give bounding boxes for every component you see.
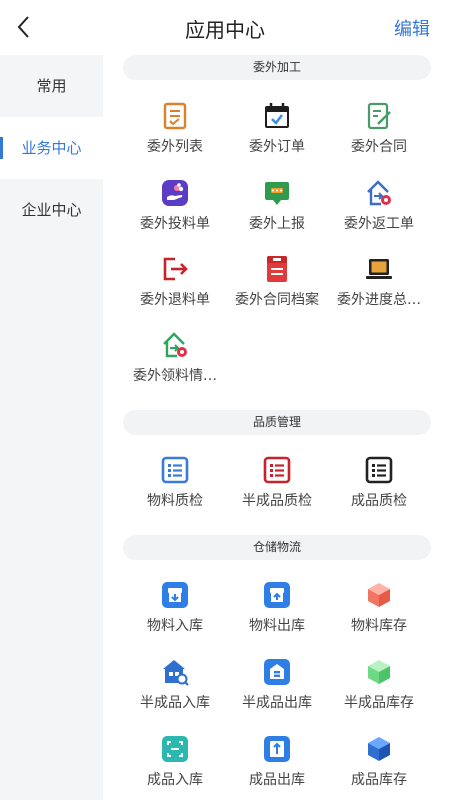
app-label: 物料出库 — [249, 618, 305, 634]
app-outsource-list[interactable]: 委外列表 — [125, 102, 225, 156]
sidebar-item-label: 业务中心 — [21, 139, 82, 157]
app-label: 半成品入库 — [140, 695, 210, 711]
sidebar-item-enterprise-center[interactable]: 企业中心 — [0, 179, 103, 241]
app-semi-outbound[interactable]: 半成品出库 — [227, 658, 327, 712]
outsource-report-icon — [263, 179, 291, 207]
app-label: 委外返工单 — [344, 216, 414, 232]
app-label: 成品库存 — [351, 772, 407, 788]
app-label: 委外列表 — [147, 139, 203, 155]
outsource-order-icon — [263, 102, 291, 130]
app-label: 委外上报 — [249, 216, 305, 232]
app-product-stock[interactable]: 成品库存 — [329, 735, 429, 789]
product-stock-icon — [365, 735, 393, 763]
active-indicator — [0, 137, 3, 159]
app-outsource-progress[interactable]: 委外进度总… — [329, 255, 429, 309]
app-label: 物料质检 — [147, 493, 203, 509]
outsource-list-icon — [161, 102, 189, 130]
app-outsource-picking[interactable]: 委外领料情… — [125, 331, 225, 385]
material-inbound-icon — [161, 581, 189, 609]
app-label: 半成品出库 — [242, 695, 312, 711]
sidebar: 常用 业务中心 企业中心 — [0, 55, 103, 800]
product-inbound-icon — [161, 735, 189, 763]
app-label: 委外进度总… — [337, 292, 421, 308]
outsource-contract-archive-icon — [263, 255, 291, 283]
sidebar-item-label: 常用 — [36, 77, 67, 95]
app-outsource-return[interactable]: 委外退料单 — [125, 255, 225, 309]
app-material-inbound[interactable]: 物料入库 — [125, 581, 225, 635]
app-label: 委外退料单 — [140, 292, 210, 308]
app-semi-product-qc[interactable]: 半成品质检 — [227, 456, 327, 510]
section-header-quality: 品质管理 — [123, 410, 431, 435]
app-material-stock[interactable]: 物料库存 — [329, 581, 429, 635]
main-content: 委外加工 委外列表 委外订单 委外合同 委外投料单 委外上报 委外返工单 委外退… — [103, 55, 450, 800]
sidebar-item-label: 企业中心 — [21, 201, 82, 219]
section-header-outsourcing: 委外加工 — [123, 55, 431, 80]
outsource-picking-icon — [161, 331, 189, 359]
product-outbound-icon — [263, 735, 291, 763]
outsource-feeding-icon — [161, 179, 189, 207]
app-outsource-order[interactable]: 委外订单 — [227, 102, 327, 156]
app-product-outbound[interactable]: 成品出库 — [227, 735, 327, 789]
outsource-contract-icon — [365, 102, 393, 130]
sidebar-item-common[interactable]: 常用 — [0, 55, 103, 117]
app-label: 委外投料单 — [140, 216, 210, 232]
semi-inbound-icon — [161, 658, 189, 686]
app-outsource-feeding[interactable]: 委外投料单 — [125, 179, 225, 233]
app-label: 半成品质检 — [242, 493, 312, 509]
app-label: 成品入库 — [147, 772, 203, 788]
page-title: 应用中心 — [185, 18, 265, 42]
app-product-inbound[interactable]: 成品入库 — [125, 735, 225, 789]
app-label: 成品出库 — [249, 772, 305, 788]
app-label: 委外订单 — [249, 139, 305, 155]
app-label: 成品质检 — [351, 493, 407, 509]
outsource-return-icon — [161, 255, 189, 283]
app-label: 委外领料情… — [133, 368, 217, 384]
outsource-progress-icon — [365, 255, 393, 283]
app-label: 委外合同档案 — [235, 292, 319, 308]
app-semi-stock[interactable]: 半成品库存 — [329, 658, 429, 712]
app-outsource-rework[interactable]: 委外返工单 — [329, 179, 429, 233]
section-header-warehouse: 仓储物流 — [123, 535, 431, 560]
material-stock-icon — [365, 581, 393, 609]
app-label: 物料入库 — [147, 618, 203, 634]
material-qc-icon — [161, 456, 189, 484]
semi-stock-icon — [365, 658, 393, 686]
app-outsource-contract[interactable]: 委外合同 — [329, 102, 429, 156]
product-qc-icon — [365, 456, 393, 484]
edit-button[interactable]: 编辑 — [394, 15, 430, 41]
sidebar-item-business-center[interactable]: 业务中心 — [0, 117, 103, 179]
app-label: 半成品库存 — [344, 695, 414, 711]
app-material-qc[interactable]: 物料质检 — [125, 456, 225, 510]
app-outsource-report[interactable]: 委外上报 — [227, 179, 327, 233]
app-outsource-contract-archive[interactable]: 委外合同档案 — [227, 255, 327, 309]
app-product-qc[interactable]: 成品质检 — [329, 456, 429, 510]
app-semi-inbound[interactable]: 半成品入库 — [125, 658, 225, 712]
semi-outbound-icon — [263, 658, 291, 686]
top-bar: 应用中心 编辑 — [0, 0, 450, 55]
app-label: 委外合同 — [351, 139, 407, 155]
app-label: 物料库存 — [351, 618, 407, 634]
material-outbound-icon — [263, 581, 291, 609]
semi-product-qc-icon — [263, 456, 291, 484]
outsource-rework-icon — [365, 179, 393, 207]
app-material-outbound[interactable]: 物料出库 — [227, 581, 327, 635]
